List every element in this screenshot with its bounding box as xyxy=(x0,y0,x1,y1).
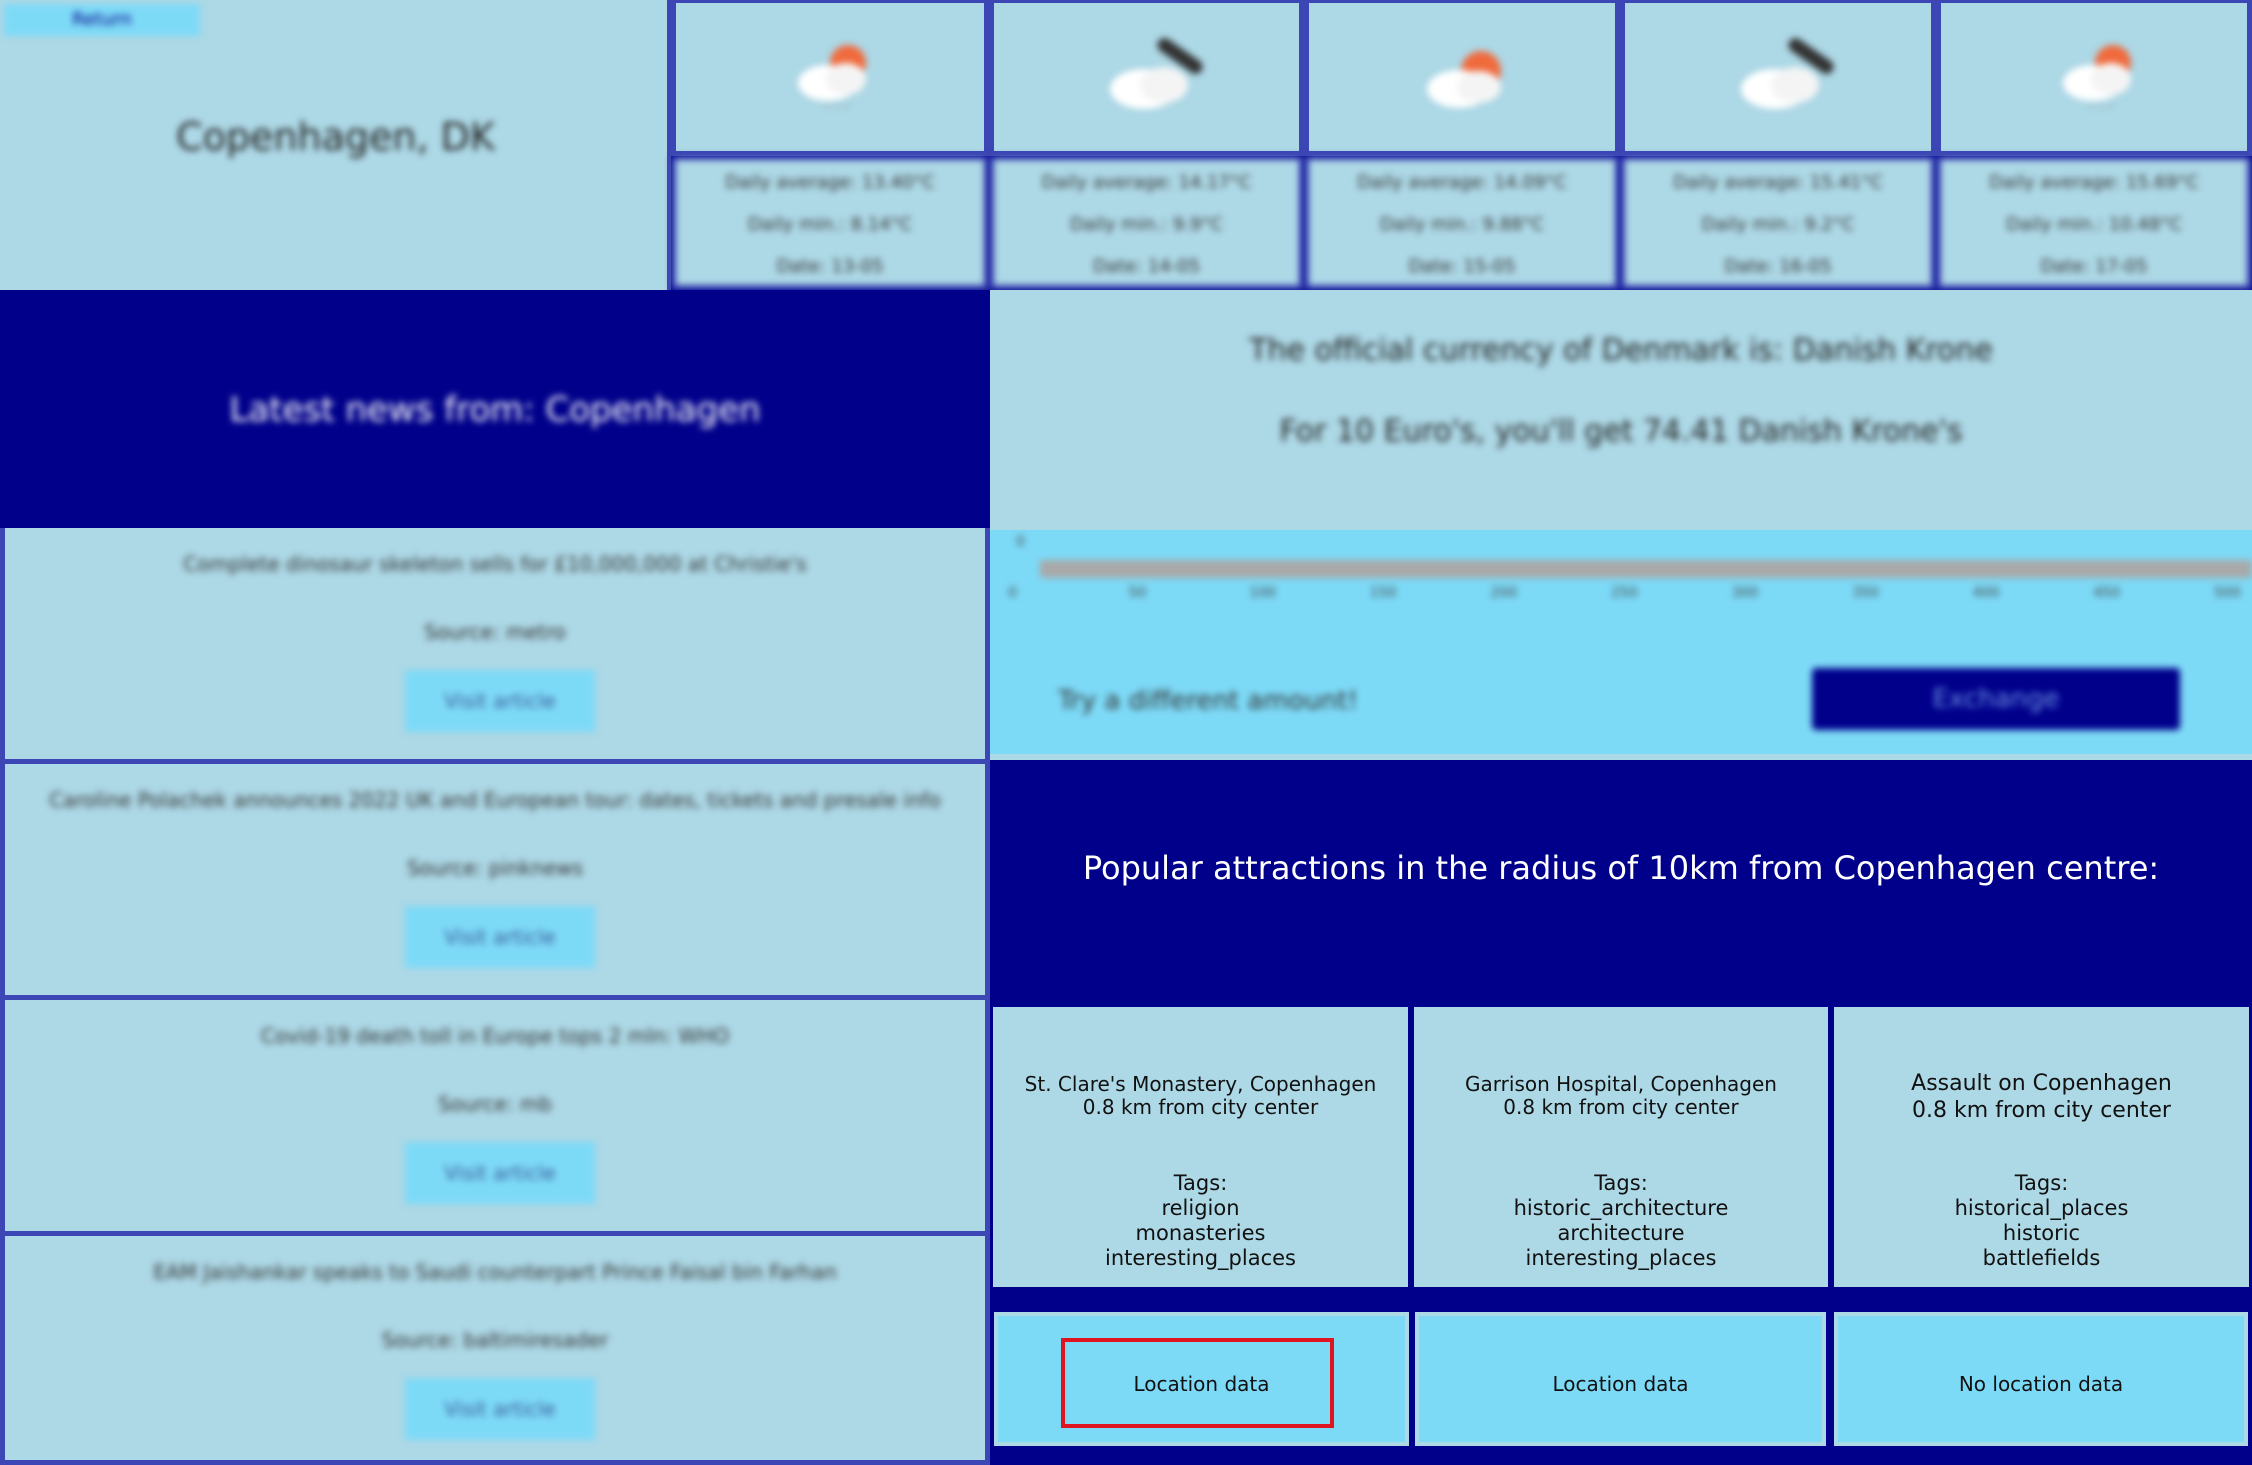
slider-tick-label: 250 xyxy=(1611,585,1638,601)
slider-tick-label: 350 xyxy=(1852,585,1879,601)
attraction-tags-label: Tags: xyxy=(1173,1171,1228,1195)
weather-date: Date: 16-05 xyxy=(1724,256,1832,277)
weather-date: Date: 17-05 xyxy=(2040,256,2148,277)
visit-article-button[interactable]: Visit article xyxy=(405,1142,595,1204)
slider-tick-label: 400 xyxy=(1972,585,2000,601)
weather-daily-min: Daily min.: 9.2°C xyxy=(1701,214,1855,235)
slider-tick-label: 50 xyxy=(1128,585,1147,601)
weather-day-1-icon-cell: ˚ ˚ ˚ xyxy=(671,0,989,156)
attraction-tag: historic xyxy=(2002,1221,2081,1245)
attraction-tag: historical_places xyxy=(1954,1196,2129,1220)
location-data-label: No location data xyxy=(1958,1372,2124,1396)
slider-tick-label: 300 xyxy=(1731,585,1759,601)
news-card: Covid-19 death toll in Europe tops 2 mln… xyxy=(0,1000,990,1236)
news-article-source: Source: metro xyxy=(424,620,566,644)
sun-behind-cloud-rain-icon: ˚ ˚ ˚ xyxy=(798,45,866,118)
news-article-source: Source: pinknews xyxy=(406,856,584,880)
weather-day-2-icon-cell xyxy=(989,0,1304,156)
svg-text:˚ ˚ ˚: ˚ ˚ ˚ xyxy=(824,103,850,118)
currency-panel xyxy=(990,290,2252,530)
weather-day-5-icon-cell: ˚ ˚ ˚ xyxy=(1936,0,2252,156)
news-card: EAM Jaishankar speaks to Saudi counterpa… xyxy=(0,1236,990,1465)
sun-behind-cloud-rain-icon: ˚ ˚ ˚ xyxy=(2063,45,2131,118)
exchange-button[interactable]: Exchange xyxy=(1812,668,2180,730)
cloud-umbrella-icon xyxy=(1741,38,1834,109)
weather-day-4-icon-cell xyxy=(1620,0,1936,156)
attraction-tag: interesting_places xyxy=(1105,1246,1296,1270)
news-article-title: Caroline Polachek announces 2022 UK and … xyxy=(49,788,941,812)
visit-article-button[interactable]: Visit article xyxy=(405,670,595,732)
weather-daily-min: Daily min.: 8.14°C xyxy=(747,214,913,235)
weather-day-4-info: Daily average: 15.41°C Daily min.: 9.2°C… xyxy=(1620,156,1936,290)
city-name: Copenhagen, DK xyxy=(176,115,495,159)
weather-day-3-info: Daily average: 14.09°C Daily min.: 9.88°… xyxy=(1304,156,1620,290)
weather-day-3-icon-cell xyxy=(1304,0,1620,156)
slider-tick-label: 100 xyxy=(1249,585,1276,601)
slider-tick-label: 500 xyxy=(2214,585,2241,601)
attraction-distance: 0.8 km from city center xyxy=(1082,1095,1319,1119)
slider-tick-label: 200 xyxy=(1490,585,1518,601)
attraction-tags-label: Tags: xyxy=(2014,1171,2069,1195)
weather-date: Date: 15-05 xyxy=(1408,256,1516,277)
svg-text:˚ ˚ ˚: ˚ ˚ ˚ xyxy=(2089,103,2115,118)
weather-day-5-info: Daily average: 15.69°C Daily min.: 10.48… xyxy=(1936,156,2252,290)
attraction-tag: battlefields xyxy=(1982,1246,2101,1270)
weather-daily-average: Daily average: 14.17°C xyxy=(1041,172,1252,193)
selection-highlight xyxy=(1061,1338,1334,1428)
location-data-label: Location data xyxy=(1552,1372,1689,1396)
attraction-tag: historic_architecture xyxy=(1513,1196,1729,1220)
attraction-tag: architecture xyxy=(1557,1221,1685,1245)
try-different-amount-label: Try a different amount! xyxy=(1058,686,1359,716)
attraction-distance: 0.8 km from city center xyxy=(1503,1095,1739,1119)
attraction-tags-label: Tags: xyxy=(1594,1171,1648,1195)
amount-slider[interactable] xyxy=(1040,560,2252,578)
weather-daily-average: Daily average: 15.69°C xyxy=(1989,172,2199,193)
weather-daily-min: Daily min.: 10.48°C xyxy=(2006,214,2182,235)
slider-tick-label: 150 xyxy=(1369,585,1397,601)
currency-name: The official currency of Denmark is: Dan… xyxy=(1249,333,1993,368)
sun-behind-cloud-icon xyxy=(1427,51,1501,108)
news-card: Complete dinosaur skeleton sells for £10… xyxy=(0,528,990,764)
news-article-title: EAM Jaishankar speaks to Saudi counterpa… xyxy=(153,1260,837,1284)
weather-day-2-info: Daily average: 14.17°C Daily min.: 9.9°C… xyxy=(989,156,1304,290)
location-data-button[interactable]: Location data xyxy=(1415,1312,1826,1446)
attraction-name: Garrison Hospital, Copenhagen xyxy=(1465,1072,1777,1096)
weather-daily-average: Daily average: 13.40°C xyxy=(725,172,935,193)
visit-article-button[interactable]: Visit article xyxy=(405,1378,595,1440)
news-article-source: Source: mb xyxy=(438,1092,552,1116)
cloud-umbrella-icon xyxy=(1110,38,1203,109)
attraction-name: Assault on Copenhagen xyxy=(1911,1071,2172,1096)
slider-value-label: 0 xyxy=(1016,534,1025,550)
weather-daily-average: Daily average: 14.09°C xyxy=(1357,172,1567,193)
news-card: Caroline Polachek announces 2022 UK and … xyxy=(0,764,990,1000)
attraction-card: St. Clare's Monastery, Copenhagen 0.8 km… xyxy=(990,1004,1411,1290)
weather-date: Date: 14-05 xyxy=(1092,256,1201,277)
currency-conversion: For 10 Euro's, you'll get 74.41 Danish K… xyxy=(1279,414,1963,449)
return-button[interactable]: Return xyxy=(4,4,200,36)
weather-daily-average: Daily average: 15.41°C xyxy=(1673,172,1883,193)
visit-article-button[interactable]: Visit article xyxy=(405,906,595,968)
weather-day-1-info: Daily average: 13.40°C Daily min.: 8.14°… xyxy=(671,156,989,290)
news-article-source: Source: baltimiresader xyxy=(381,1328,609,1352)
news-article-title: Complete dinosaur skeleton sells for £10… xyxy=(183,552,807,576)
attraction-card: Assault on Copenhagen 0.8 km from city c… xyxy=(1831,1004,2252,1290)
weather-daily-min: Daily min.: 9.88°C xyxy=(1379,214,1545,235)
no-location-data-button[interactable]: No location data xyxy=(1834,1312,2248,1446)
attraction-distance: 0.8 km from city center xyxy=(1912,1098,2171,1123)
weather-daily-min: Daily min.: 9.9°C xyxy=(1070,214,1223,235)
attraction-card: Garrison Hospital, Copenhagen 0.8 km fro… xyxy=(1411,1004,1831,1290)
slider-tick-label: 450 xyxy=(2093,585,2121,601)
slider-tick-label: 0 xyxy=(1008,585,1017,601)
attractions-title: Popular attractions in the radius of 10k… xyxy=(1082,849,2160,887)
attraction-tag: interesting_places xyxy=(1525,1246,1717,1270)
news-title: Latest news from: Copenhagen xyxy=(229,390,761,430)
weather-date: Date: 13-05 xyxy=(776,256,884,277)
attraction-name: St. Clare's Monastery, Copenhagen xyxy=(1024,1072,1377,1096)
attraction-tag: monasteries xyxy=(1135,1221,1266,1245)
news-article-title: Covid-19 death toll in Europe tops 2 mln… xyxy=(260,1024,730,1048)
attraction-tag: religion xyxy=(1161,1196,1240,1220)
